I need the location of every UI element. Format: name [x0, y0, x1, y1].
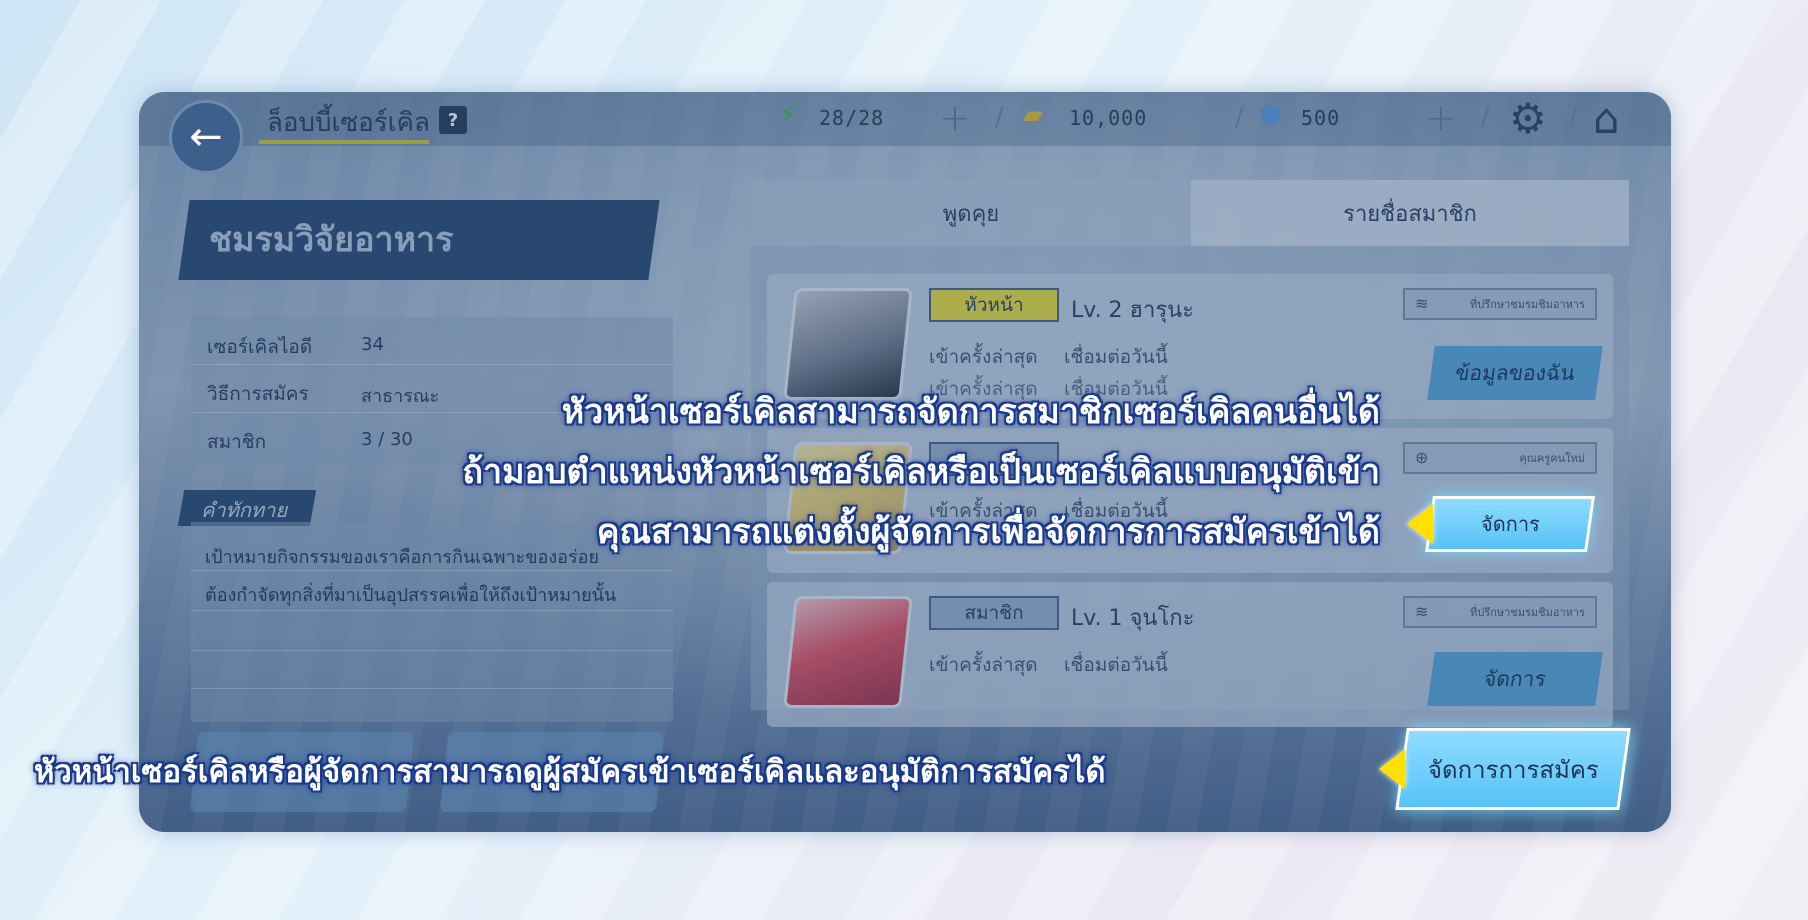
tutorial-tip-bottom: หัวหน้าเซอร์เคิลหรือผู้จัดการสามารถดูผู้…	[34, 754, 1106, 790]
manage-applications-button[interactable]: จัดการการสมัคร	[1395, 728, 1631, 810]
pointer-arrow-icon	[1379, 749, 1405, 789]
tutorial-tip-line: ถ้ามอบตำแหน่งหัวหน้าเซอร์เคิลหรือเป็นเซอ…	[462, 452, 1380, 492]
tutorial-tip-line: หัวหน้าเซอร์เคิลสามารถจัดการสมาชิกเซอร์เ…	[561, 392, 1380, 432]
back-arrow-icon: ←	[189, 114, 223, 160]
pointer-arrow-icon	[1407, 504, 1433, 544]
manage-applications-label: จัดการการสมัคร	[1427, 755, 1599, 784]
manage-member-button[interactable]: จัดการ	[1425, 496, 1595, 552]
back-button[interactable]: ←	[169, 100, 243, 174]
tutorial-tip-line: คุณสามารถแต่งตั้งผู้จัดการเพื่อจัดการการ…	[596, 512, 1380, 552]
manage-button-label: จัดการ	[1480, 512, 1540, 536]
